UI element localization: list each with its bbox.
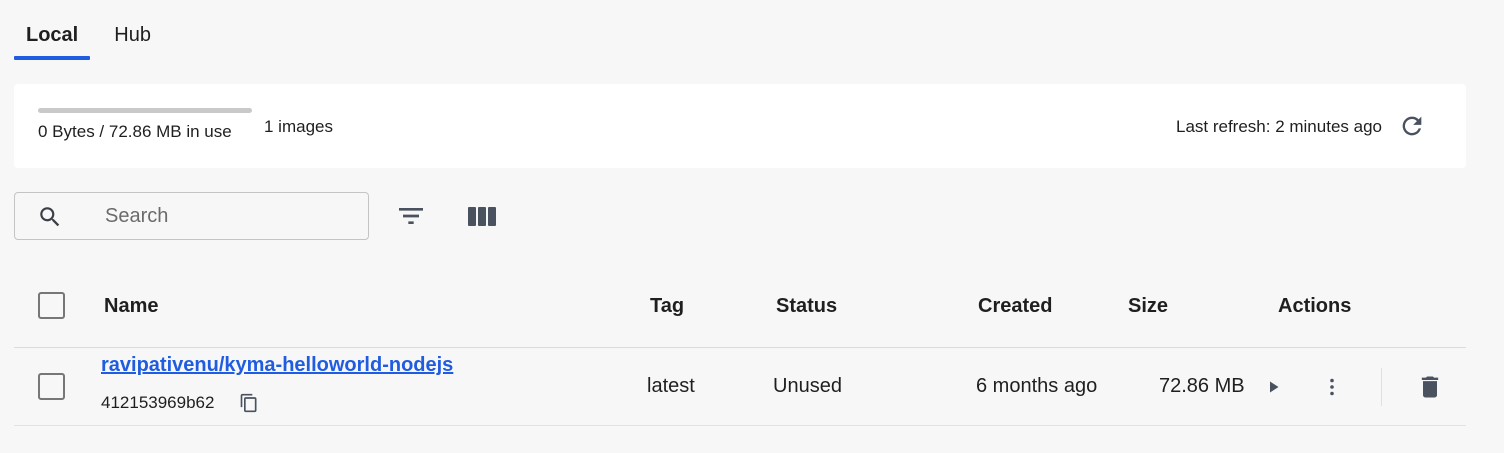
last-refresh-text: Last refresh: 2 minutes ago [1175, 117, 1382, 136]
tab-bar: Local Hub [14, 0, 163, 60]
more-vert-icon[interactable] [1320, 375, 1344, 399]
actions-divider [1381, 368, 1382, 406]
image-created: 6 months ago [976, 375, 1098, 397]
image-count: 1 images [264, 117, 333, 136]
tab-hub[interactable]: Hub [102, 0, 163, 60]
table-header: Name Tag Status Created Size Actions [14, 270, 1466, 348]
row-checkbox[interactable] [38, 373, 65, 400]
disk-usage-text: 0 Bytes / 72.86 MB in use [38, 122, 232, 141]
copy-icon[interactable] [239, 393, 259, 413]
column-header-created[interactable]: Created [978, 295, 1052, 318]
search-icon [40, 207, 60, 227]
image-name-link[interactable]: ravipativenu/kyma-helloworld-nodejs [101, 354, 453, 377]
image-tag: latest [647, 375, 695, 397]
select-all-checkbox[interactable] [38, 292, 65, 319]
disk-usage-bar [38, 108, 252, 113]
table-row: ravipativenu/kyma-helloworld-nodejs 4121… [14, 348, 1466, 426]
image-size: 72.86 MB [1159, 375, 1245, 397]
disk-usage: 0 Bytes / 72.86 MB in use [38, 108, 252, 142]
image-status: Unused [773, 375, 842, 397]
column-header-name[interactable]: Name [104, 295, 158, 318]
search-input[interactable] [105, 201, 355, 231]
delete-icon[interactable] [1416, 373, 1444, 401]
tab-local[interactable]: Local [14, 0, 91, 60]
column-header-tag[interactable]: Tag [650, 295, 684, 318]
filter-icon[interactable] [395, 200, 427, 232]
disk-usage-card: 0 Bytes / 72.86 MB in use 1 images Last … [14, 84, 1466, 168]
refresh-icon[interactable] [1398, 112, 1426, 140]
run-icon[interactable] [1262, 375, 1286, 399]
search-box [14, 192, 369, 240]
image-id: 412153969b62 [101, 393, 215, 412]
column-header-actions: Actions [1278, 295, 1352, 317]
column-header-size[interactable]: Size [1128, 295, 1168, 318]
column-header-status[interactable]: Status [776, 295, 837, 318]
columns-icon[interactable] [465, 200, 499, 232]
